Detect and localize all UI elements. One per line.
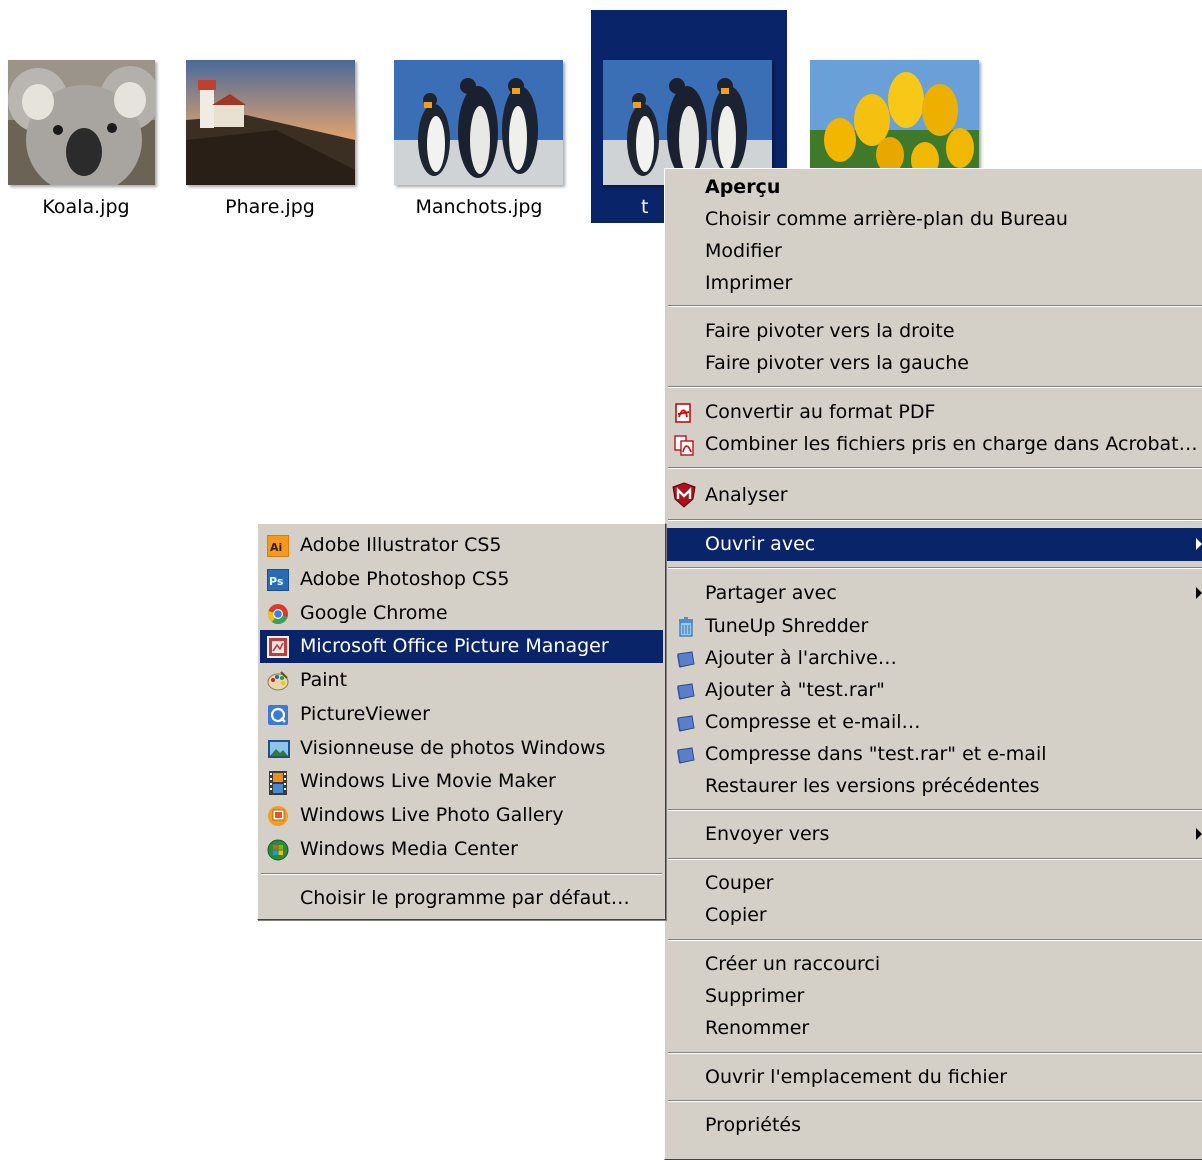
submenu-item-illustrator[interactable]: Ai Adobe Illustrator CS5	[260, 529, 663, 562]
menu-separator	[668, 939, 1202, 941]
menu-item-rotate-left[interactable]: Faire pivoter vers la gauche	[667, 347, 1202, 380]
menu-item-convert-pdf[interactable]: Convertir au format PDF	[667, 396, 1202, 429]
menu-separator	[668, 1100, 1202, 1102]
menu-item-ouvrir-avec[interactable]: Ouvrir avec	[667, 528, 1202, 561]
tulips-thumbnail	[810, 60, 979, 185]
photoshop-icon: Ps	[267, 569, 289, 591]
menu-item-wallpaper[interactable]: Choisir comme arrière-plan du Bureau	[667, 203, 1202, 236]
submenu-arrow-icon	[1196, 587, 1202, 599]
paint-palette-icon	[267, 670, 289, 692]
menu-item-restore-versions[interactable]: Restaurer les versions précédentes	[667, 770, 1202, 803]
menu-item-apercu[interactable]: Aperçu	[667, 171, 1202, 204]
menu-item-add-archive[interactable]: Ajouter à l'archive…	[667, 642, 1202, 675]
film-strip-icon	[269, 771, 287, 795]
menu-item-envoyer-vers[interactable]: Envoyer vers	[667, 818, 1202, 851]
submenu-arrow-icon	[1196, 538, 1202, 550]
menu-item-ouvrir-emplacement[interactable]: Ouvrir l'emplacement du fichier	[667, 1061, 1202, 1094]
media-center-icon	[267, 839, 289, 861]
menu-item-analyser[interactable]: Analyser	[667, 479, 1202, 512]
picture-manager-icon	[267, 636, 289, 658]
submenu-item-chrome[interactable]: Google Chrome	[260, 597, 663, 630]
menu-item-modifier[interactable]: Modifier	[667, 235, 1202, 268]
menu-item-imprimer[interactable]: Imprimer	[667, 267, 1202, 300]
chrome-icon	[267, 603, 289, 625]
file-name: Manchots.jpg	[415, 196, 543, 218]
submenu-item-default-program[interactable]: Choisir le programme par défaut…	[260, 882, 663, 915]
trash-bin-icon	[675, 616, 697, 638]
winrar-book-icon	[675, 680, 697, 702]
submenu-arrow-icon	[1196, 828, 1202, 840]
penguins-thumbnail	[394, 60, 563, 185]
penguins-thumbnail	[603, 60, 772, 185]
menu-item-supprimer[interactable]: Supprimer	[667, 980, 1202, 1013]
menu-separator	[668, 467, 1202, 469]
submenu-item-photo-gallery[interactable]: Windows Live Photo Gallery	[260, 799, 663, 832]
submenu-item-visionneuse[interactable]: Visionneuse de photos Windows	[260, 732, 663, 765]
file-name: Phare.jpg	[225, 196, 315, 218]
koala-thumbnail	[8, 60, 155, 185]
submenu-item-picture-manager[interactable]: Microsoft Office Picture Manager	[260, 630, 663, 663]
submenu-item-photoshop[interactable]: Ps Adobe Photoshop CS5	[260, 563, 663, 596]
submenu-item-paint[interactable]: Paint	[260, 664, 663, 697]
svg-text:Ai: Ai	[270, 541, 282, 554]
menu-item-proprietes[interactable]: Propriétés	[667, 1109, 1202, 1142]
menu-item-compress-email[interactable]: Compresse et e-mail…	[667, 706, 1202, 739]
winrar-book-icon	[675, 648, 697, 670]
svg-text:Ps: Ps	[269, 575, 284, 588]
menu-item-compress-rar-email[interactable]: Compresse dans "test.rar" et e-mail	[667, 738, 1202, 771]
menu-item-partager-avec[interactable]: Partager avec	[667, 577, 1202, 610]
menu-separator	[668, 519, 1202, 521]
submenu-item-movie-maker[interactable]: Windows Live Movie Maker	[260, 765, 663, 798]
menu-separator	[668, 809, 1202, 811]
context-menu: Aperçu Choisir comme arrière-plan du Bur…	[664, 168, 1202, 1160]
illustrator-icon: Ai	[267, 535, 289, 557]
open-with-submenu: Ai Adobe Illustrator CS5 Ps Adobe Photos…	[257, 523, 666, 920]
menu-item-creer-raccourci[interactable]: Créer un raccourci	[667, 948, 1202, 981]
menu-separator	[668, 858, 1202, 860]
menu-separator	[668, 1052, 1202, 1054]
winrar-book-icon	[675, 712, 697, 734]
acrobat-combine-icon	[673, 434, 695, 456]
menu-separator	[261, 873, 662, 875]
photo-gallery-icon	[267, 805, 289, 827]
acrobat-pdf-icon	[673, 402, 695, 424]
menu-item-couper[interactable]: Couper	[667, 867, 1202, 900]
menu-item-tuneup-shredder[interactable]: TuneUp Shredder	[667, 610, 1202, 643]
menu-item-renommer[interactable]: Renommer	[667, 1012, 1202, 1045]
menu-item-combine-acrobat[interactable]: Combiner les fichiers pris en charge dan…	[667, 428, 1202, 461]
menu-item-rotate-right[interactable]: Faire pivoter vers la droite	[667, 315, 1202, 348]
file-name: Koala.jpg	[42, 196, 130, 218]
file-koala[interactable]: Koala.jpg	[0, 10, 184, 223]
menu-separator	[668, 567, 1202, 569]
submenu-item-pictureviewer[interactable]: PictureViewer	[260, 698, 663, 731]
submenu-item-media-center[interactable]: Windows Media Center	[260, 833, 663, 866]
lighthouse-thumbnail	[186, 60, 355, 185]
quicktime-viewer-icon	[267, 704, 289, 726]
winrar-book-icon	[675, 744, 697, 766]
file-phare[interactable]: Phare.jpg	[172, 10, 368, 223]
photo-viewer-icon	[267, 738, 291, 760]
menu-separator	[668, 386, 1202, 388]
menu-item-copier[interactable]: Copier	[667, 899, 1202, 932]
mcafee-shield-icon	[671, 482, 697, 508]
menu-item-add-rar[interactable]: Ajouter à "test.rar"	[667, 674, 1202, 707]
menu-separator	[668, 305, 1202, 307]
file-manchots[interactable]: Manchots.jpg	[381, 10, 577, 223]
